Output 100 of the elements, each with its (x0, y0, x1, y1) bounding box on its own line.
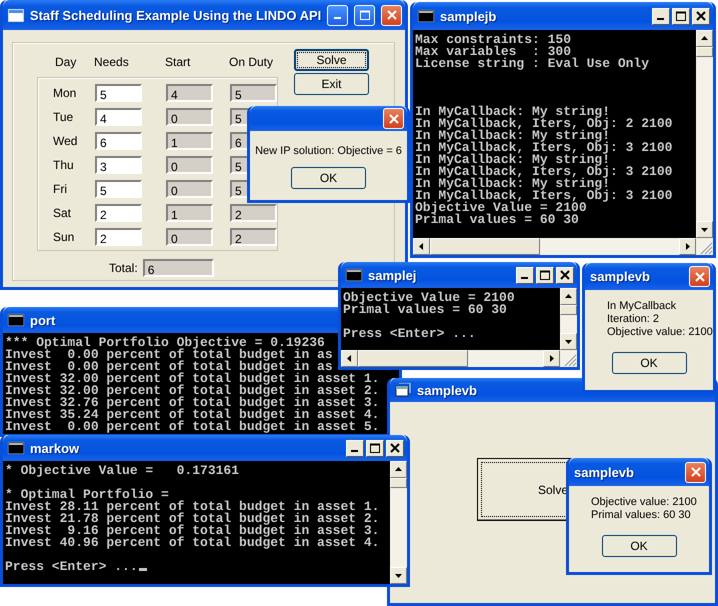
close-button[interactable] (386, 440, 404, 456)
close-icon (690, 467, 700, 477)
day-label: Sat (53, 206, 72, 220)
start-field: 0 (166, 156, 213, 174)
scroll-right-button[interactable] (543, 350, 560, 367)
console-line: Max variables : 300 (415, 46, 572, 58)
console-line: In MyCallback: My string! (415, 154, 610, 166)
up-arrow-icon (395, 467, 402, 472)
minimize-button[interactable] (516, 266, 534, 284)
ok-button[interactable]: OK (612, 352, 686, 374)
console-line: Invest 28.11 percent of total budget in asset 1. (5, 501, 380, 513)
maximize-button[interactable] (366, 440, 384, 456)
message-text: Iteration: 2 (607, 313, 660, 325)
start-field: 0 (166, 108, 213, 126)
window-title: markow (30, 440, 80, 456)
scroll-left-button[interactable] (341, 350, 358, 367)
vertical-scrollbar[interactable] (696, 30, 713, 238)
window-title: samplejb (440, 8, 498, 24)
scroll-down-button[interactable] (560, 333, 577, 350)
close-icon (696, 11, 706, 21)
close-icon (390, 443, 400, 453)
on-duty-field: 5 (230, 84, 277, 102)
resize-grip[interactable] (696, 238, 713, 255)
needs-field[interactable]: 5 (95, 180, 142, 198)
needs-field[interactable]: 3 (95, 156, 142, 174)
scroll-up-button[interactable] (696, 30, 713, 47)
scroll-up-button[interactable] (390, 461, 407, 478)
scroll-down-button[interactable] (696, 221, 713, 238)
close-icon (386, 10, 397, 20)
console-line: License string : Eval Use Only (415, 58, 650, 70)
minimize-button[interactable] (346, 440, 364, 456)
ok-button[interactable]: OK (602, 535, 676, 557)
window-title: Staff Scheduling Example Using the LINDO API (30, 8, 322, 22)
scroll-left-button[interactable] (413, 238, 430, 255)
window-title: samplevb (590, 269, 651, 284)
needs-field[interactable]: 2 (95, 228, 142, 246)
horizontal-scrollbar[interactable] (413, 238, 696, 255)
right-arrow-icon (549, 355, 554, 362)
vertical-scrollbar[interactable] (390, 461, 407, 584)
day-label: Wed (53, 134, 78, 148)
window-title: samplevb (417, 382, 478, 398)
scroll-up-button[interactable] (560, 288, 577, 305)
console-line: Invest 9.16 percent of total budget in asset 3. (5, 525, 380, 537)
day-label: Sun (53, 230, 76, 244)
console-line: In MyCallback, Iters, Obj: 3 2100 (415, 166, 672, 178)
start-field: 0 (166, 228, 213, 246)
up-arrow-icon (565, 294, 572, 299)
scroll-thumb[interactable] (390, 478, 407, 488)
vertical-scrollbar[interactable] (560, 288, 577, 350)
scroll-right-button[interactable] (679, 238, 696, 255)
start-field: 0 (166, 180, 213, 198)
console-line: In MyCallback: My string! (415, 130, 610, 142)
down-arrow-icon (701, 227, 708, 232)
scroll-thumb[interactable] (696, 47, 713, 57)
console-icon (8, 314, 24, 326)
scroll-thumb[interactable] (560, 305, 577, 315)
minimize-button[interactable] (652, 8, 670, 24)
needs-field[interactable]: 6 (95, 132, 142, 150)
down-arrow-icon (395, 573, 402, 578)
console-line: Primal values = 60 30 (343, 304, 507, 316)
horizontal-scrollbar[interactable] (341, 350, 560, 367)
console-line: Primal values = 60 30 (415, 214, 579, 226)
total-field: 6 (142, 259, 214, 277)
scroll-thumb[interactable] (358, 350, 468, 367)
maximize-button[interactable] (536, 266, 554, 284)
resize-grip[interactable] (560, 350, 577, 367)
start-field: 1 (166, 204, 213, 222)
console-line: Invest 0.00 percent of total budget in as (5, 349, 333, 361)
down-arrow-icon (565, 339, 572, 344)
needs-field[interactable]: 5 (95, 84, 142, 102)
start-field: 4 (166, 84, 213, 102)
start-field: 1 (166, 132, 213, 150)
application-icon (395, 383, 411, 397)
console-line: Objective Value = 2100 (415, 202, 587, 214)
console-line: Max constraints: 150 (415, 34, 572, 46)
maximize-icon (540, 270, 550, 280)
maximize-icon (360, 10, 370, 20)
day-label: Thu (53, 158, 75, 172)
maximize-button[interactable] (672, 8, 690, 24)
exit-button[interactable]: Exit (294, 73, 369, 95)
ok-button[interactable]: OK (291, 167, 366, 189)
scroll-thumb[interactable] (430, 238, 540, 255)
close-button[interactable] (692, 8, 710, 24)
close-button[interactable] (556, 266, 574, 284)
left-arrow-icon (419, 243, 424, 250)
solve-button[interactable]: Solve (294, 49, 369, 71)
console-line: In MyCallback, Iters, Obj: 2 2100 (415, 118, 672, 130)
day-label: Tue (53, 110, 74, 124)
close-icon (560, 270, 570, 280)
window-title: samplevb (574, 464, 635, 480)
message-text: New IP solution: Objective = 6 (255, 145, 402, 157)
right-arrow-icon (685, 243, 690, 250)
needs-field[interactable]: 2 (95, 204, 142, 222)
scroll-down-button[interactable] (390, 567, 407, 584)
needs-field[interactable]: 4 (95, 108, 142, 126)
day-label: Fri (53, 182, 68, 196)
console-line: In MyCallback, Iters, Obj: 3 2100 (415, 142, 672, 154)
console-line: Invest 32.00 percent of total budget in asset 1. (5, 373, 380, 385)
message-text: In MyCallback (607, 300, 678, 312)
window-title: samplej (368, 268, 418, 282)
